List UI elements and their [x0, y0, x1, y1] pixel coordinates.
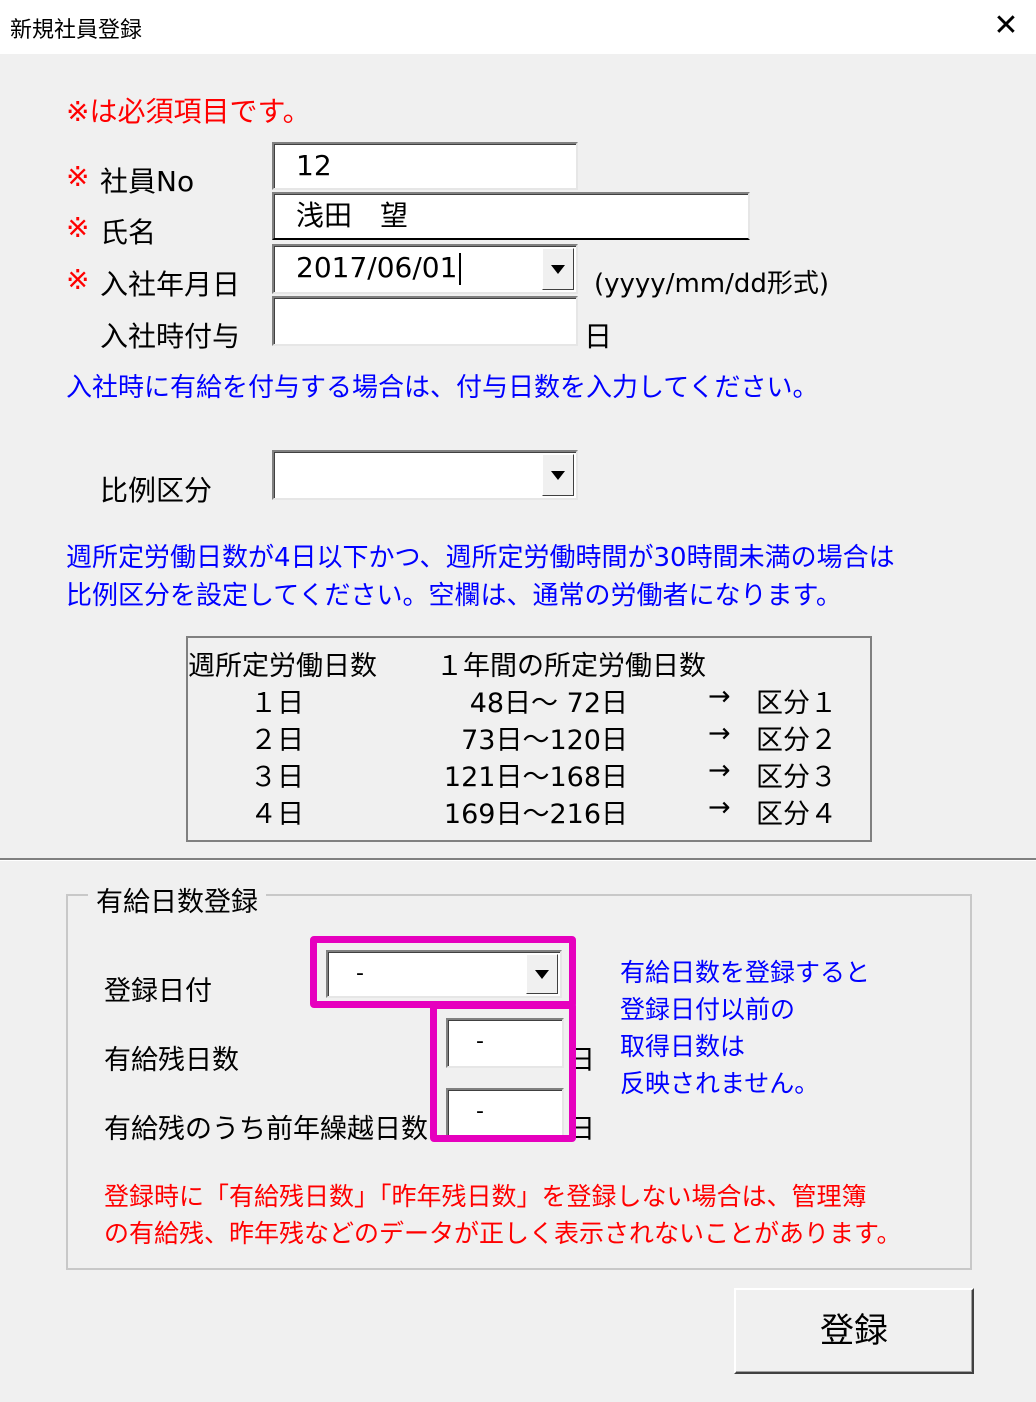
table-cell-range: 169日～216日 [443, 799, 628, 830]
proportional-note-line-2: 比例区分を設定してください。空欄は、通常の労働者になります。 [66, 581, 842, 611]
table-header-annual-days: １年間の所定労働日数 [436, 651, 706, 682]
hire-grant-unit: 日 [584, 320, 613, 353]
section-divider [0, 858, 1036, 861]
table-cell-range: 48日～ 72日 [469, 688, 628, 719]
hire-grant-label: 入社時付与 [100, 320, 241, 353]
employee-no-value: 12 [296, 149, 332, 182]
reg-date-dropdown-button[interactable] [526, 954, 558, 994]
register-button[interactable]: 登録 [734, 1288, 974, 1374]
remaining-days-unit: 日 [568, 1045, 595, 1076]
side-note-line-4: 反映されません。 [620, 1069, 820, 1098]
hire-grant-input[interactable] [272, 296, 578, 346]
warning-line-2: の有給残、昨年残などのデータが正しく表示されないことがあります。 [104, 1219, 902, 1248]
remaining-days-label: 有給残日数 [104, 1045, 239, 1076]
table-cell-category: 区分２ [756, 725, 837, 756]
window-title: 新規社員登録 [10, 18, 143, 43]
title-bar: 新規社員登録 ✕ [0, 0, 1036, 54]
remaining-days-value: - [476, 1029, 484, 1054]
required-mark: ※ [66, 211, 90, 244]
carryover-days-value: - [476, 1099, 484, 1124]
table-cell-days: ２日 [250, 725, 304, 756]
name-value: 浅田 望 [296, 199, 409, 232]
text-caret [459, 253, 462, 285]
reg-date-combobox[interactable]: - [326, 950, 562, 998]
reg-date-value: - [356, 961, 364, 986]
table-cell-days: １日 [250, 688, 304, 719]
table-cell-category: 区分３ [756, 762, 837, 793]
employee-no-label: 社員No [100, 165, 195, 198]
proportional-reference-table: 週所定労働日数 １年間の所定労働日数 １日 48日～ 72日 → 区分１ ２日 … [186, 636, 872, 842]
table-header-weekly-days: 週所定労働日数 [188, 651, 377, 682]
carryover-days-label: 有給残のうち前年繰越日数 [104, 1114, 428, 1145]
arrow-icon: → [708, 681, 731, 712]
hire-date-format-hint: (yyyy/mm/dd形式) [594, 269, 830, 299]
proportional-combobox[interactable] [272, 450, 578, 500]
name-label: 氏名 [100, 216, 157, 249]
table-cell-days: ３日 [250, 762, 304, 793]
table-cell-category: 区分４ [756, 799, 837, 830]
table-cell-range: 121日～168日 [443, 762, 628, 793]
proportional-note-line-1: 週所定労働日数が4日以下かつ、週所定労働時間が30時間未満の場合は [66, 543, 895, 573]
carryover-days-unit: 日 [568, 1114, 595, 1145]
arrow-icon: → [708, 792, 731, 823]
table-cell-range: 73日～120日 [461, 725, 628, 756]
table-cell-category: 区分１ [756, 688, 837, 719]
hire-date-combobox[interactable]: 2017/06/01 [272, 244, 578, 294]
arrow-icon: → [708, 755, 731, 786]
close-icon[interactable]: ✕ [984, 4, 1028, 48]
hire-date-label: 入社年月日 [100, 268, 241, 301]
name-input[interactable]: 浅田 望 [272, 192, 750, 240]
table-cell-days: ４日 [250, 799, 304, 830]
hire-date-dropdown-button[interactable] [542, 248, 574, 290]
paid-leave-frame-title: 有給日数登録 [88, 880, 266, 919]
required-mark: ※ [66, 160, 90, 193]
hire-date-value: 2017/06/01 [296, 251, 458, 284]
employee-no-input[interactable]: 12 [272, 142, 578, 190]
required-note: ※は必須項目です。 [66, 95, 311, 128]
arrow-icon: → [708, 718, 731, 749]
proportional-dropdown-button[interactable] [542, 454, 574, 496]
proportional-label: 比例区分 [100, 474, 213, 507]
warning-line-1: 登録時に「有給残日数」「昨年残日数」を登録しない場合は、管理簿 [104, 1182, 867, 1211]
reg-date-label: 登録日付 [104, 976, 212, 1007]
required-mark: ※ [66, 263, 90, 296]
carryover-days-input[interactable]: - [446, 1088, 564, 1138]
side-note-line-3: 取得日数は [620, 1032, 746, 1061]
grant-note: 入社時に有給を付与する場合は、付与日数を入力してください。 [66, 373, 819, 403]
side-note-line-2: 登録日付以前の [620, 995, 796, 1024]
remaining-days-input[interactable]: - [446, 1018, 564, 1068]
side-note-line-1: 有給日数を登録すると [620, 958, 871, 987]
